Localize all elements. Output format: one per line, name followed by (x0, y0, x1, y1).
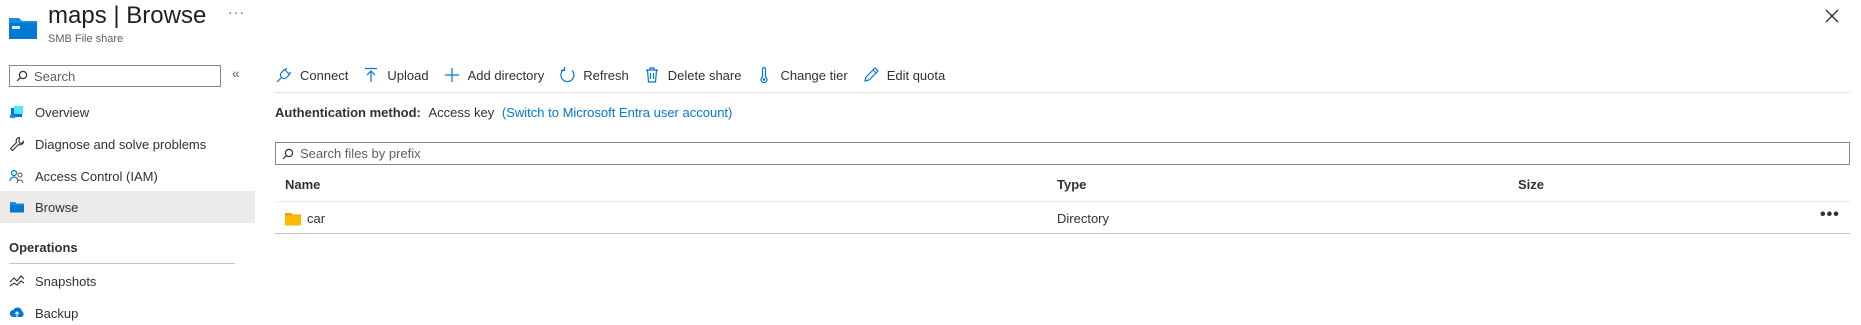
toolbar-divider (275, 92, 1850, 93)
file-search-input[interactable] (294, 146, 1794, 161)
column-header-type[interactable]: Type (1057, 177, 1086, 192)
sidebar-search[interactable] (9, 65, 221, 87)
sidebar-item-label: Access Control (IAM) (35, 168, 158, 184)
upload-icon (362, 66, 380, 84)
trash-icon (643, 66, 661, 84)
add-directory-button[interactable]: Add directory (443, 66, 545, 84)
sidebar-divider (9, 263, 235, 264)
edit-quota-label: Edit quota (886, 67, 946, 83)
sidebar-item-diagnose[interactable]: Diagnose and solve problems (0, 128, 255, 160)
refresh-label: Refresh (583, 67, 629, 83)
file-share-icon (9, 18, 37, 39)
upload-label: Upload (387, 67, 429, 83)
sidebar-item-label: Backup (35, 305, 79, 321)
auth-label: Authentication method: (275, 105, 421, 120)
overview-icon (9, 104, 25, 120)
file-name: car (307, 211, 326, 226)
pencil-icon (862, 66, 880, 84)
folder-icon (285, 212, 301, 225)
command-bar: Connect Upload Add directory Refresh Del… (275, 62, 959, 88)
file-name-cell[interactable]: car (285, 211, 325, 226)
table-bottom-divider (275, 233, 1850, 234)
file-search[interactable] (275, 142, 1850, 165)
auth-value: Access key (428, 105, 495, 120)
plus-icon (443, 66, 461, 84)
sidebar-item-label: Browse (35, 199, 79, 215)
switch-auth-link[interactable]: (Switch to Microsoft Entra user account) (502, 105, 732, 120)
sidebar-item-label: Diagnose and solve problems (35, 136, 207, 152)
refresh-icon (558, 66, 576, 84)
file-type-cell: Directory (1057, 211, 1110, 226)
authentication-method: Authentication method: Access key (Switc… (275, 105, 732, 120)
close-icon[interactable] (1822, 6, 1842, 26)
sidebar-item-label: Snapshots (35, 273, 97, 289)
table-row[interactable]: car Directory ••• (275, 202, 1850, 233)
page-title: maps | Browse (48, 2, 207, 29)
sidebar-item-snapshots[interactable]: Snapshots (0, 265, 255, 297)
backup-icon (9, 305, 25, 321)
plug-icon (275, 66, 293, 84)
sidebar-item-backup[interactable]: Backup (0, 297, 255, 325)
delete-share-button[interactable]: Delete share (643, 66, 742, 84)
add-directory-label: Add directory (467, 67, 545, 83)
thermometer-icon (755, 66, 773, 84)
people-icon (9, 168, 25, 184)
column-header-name[interactable]: Name (285, 177, 320, 192)
change-tier-label: Change tier (780, 67, 848, 83)
snapshots-icon (9, 273, 25, 289)
change-tier-button[interactable]: Change tier (755, 66, 848, 84)
folder-icon (9, 199, 25, 215)
page-subtitle: SMB File share (48, 33, 124, 45)
search-icon (282, 148, 294, 159)
row-more-options-button[interactable]: ••• (1820, 206, 1840, 224)
sidebar-item-access-control[interactable]: Access Control (IAM) (0, 160, 255, 192)
connect-button[interactable]: Connect (275, 66, 348, 84)
search-icon (16, 70, 28, 82)
column-header-size[interactable]: Size (1518, 177, 1544, 192)
sidebar-item-browse[interactable]: Browse (0, 191, 255, 223)
sidebar-search-input[interactable] (28, 68, 208, 84)
wrench-icon (9, 136, 25, 152)
delete-share-label: Delete share (667, 67, 742, 83)
edit-quota-button[interactable]: Edit quota (862, 66, 946, 84)
sidebar-section-operations: Operations (9, 240, 78, 255)
sidebar-item-label: Overview (35, 104, 90, 120)
upload-button[interactable]: Upload (362, 66, 429, 84)
refresh-button[interactable]: Refresh (558, 66, 629, 84)
collapse-sidebar-button[interactable]: « (232, 65, 240, 81)
more-options-button[interactable]: ··· (228, 4, 245, 20)
connect-label: Connect (300, 67, 349, 83)
sidebar-item-overview[interactable]: Overview (0, 96, 255, 128)
